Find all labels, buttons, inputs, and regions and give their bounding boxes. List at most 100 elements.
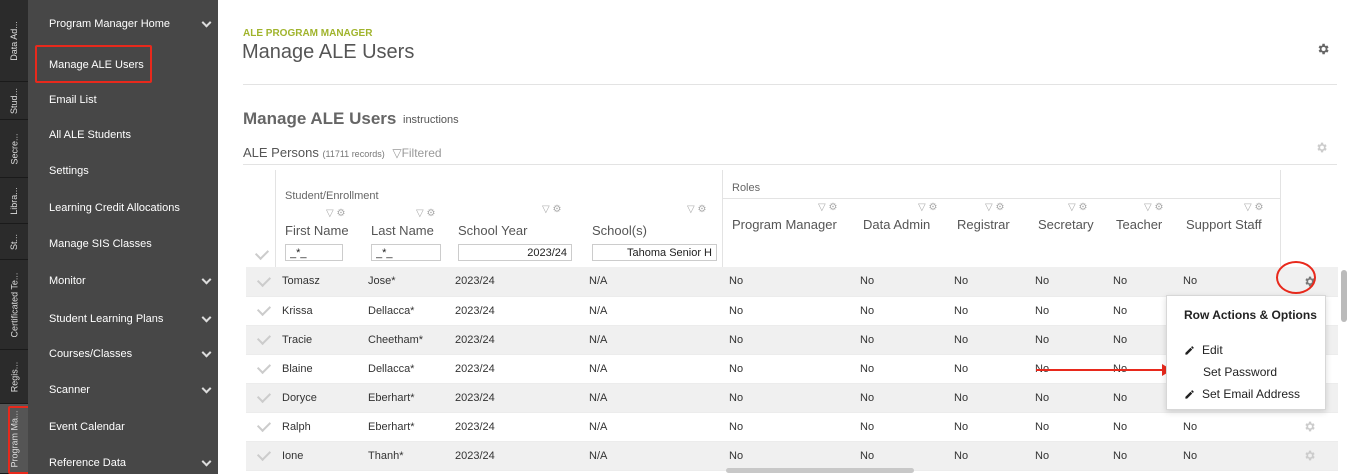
row-select-cell[interactable] [246, 412, 276, 442]
table-cell: No [723, 354, 854, 384]
row-gear-cell[interactable] [1280, 441, 1338, 471]
nav-learning-credit-allocations[interactable]: Learning Credit Allocations [28, 190, 218, 226]
table-cell: 2023/24 [449, 412, 583, 442]
table-cell: No [1107, 412, 1177, 442]
filter-icon[interactable]: ▽ ⚙ [818, 202, 837, 213]
vtab-registrar[interactable]: Regis... [0, 350, 28, 404]
col-header-program-manager[interactable]: Program Manager [732, 217, 837, 232]
nav-monitor[interactable]: Monitor [28, 263, 218, 299]
vtab-label: Libra... [8, 186, 19, 215]
nav-scanner[interactable]: Scanner [28, 372, 218, 408]
col-header-last-name[interactable]: Last Name [371, 223, 434, 238]
col-header-teacher[interactable]: Teacher [1116, 217, 1162, 232]
chevron-down-icon [201, 383, 212, 394]
col-divider [1280, 170, 1281, 267]
vtab-secretary[interactable]: Secre... [0, 120, 28, 178]
menu-item-set-email[interactable]: Set Email Address [1184, 387, 1300, 401]
row-select-cell[interactable] [246, 325, 276, 355]
instructions-link[interactable]: instructions [403, 114, 459, 126]
row-check-icon[interactable] [256, 330, 272, 346]
vtab-program-manager[interactable]: Program Ma... [0, 404, 28, 474]
first-name-filter-input[interactable] [285, 244, 343, 261]
table-cell: Eberhart* [362, 383, 449, 413]
row-gear-icon[interactable] [1303, 449, 1316, 465]
chevron-down-icon [201, 274, 212, 285]
row-select-cell[interactable] [246, 296, 276, 326]
select-all-check-icon[interactable] [254, 245, 270, 261]
nav-courses-classes[interactable]: Courses/Classes [28, 336, 218, 372]
filter-icon[interactable]: ▽ ⚙ [1068, 202, 1087, 213]
col-header-school-year[interactable]: School Year [458, 223, 527, 238]
filter-icon[interactable]: ▽ ⚙ [1244, 202, 1263, 213]
row-check-icon[interactable] [256, 272, 272, 287]
col-header-support-staff[interactable]: Support Staff [1186, 217, 1262, 232]
row-check-icon[interactable] [256, 388, 272, 404]
table-cell: No [1029, 267, 1107, 297]
table-cell: Cheetham* [362, 325, 449, 355]
table-cell: 2023/24 [449, 441, 583, 471]
row-check-icon[interactable] [256, 446, 272, 462]
school-filter-input[interactable] [592, 244, 717, 261]
last-name-filter-input[interactable] [371, 244, 441, 261]
filter-icon[interactable]: ▽ ⚙ [1144, 202, 1163, 213]
vtab-library[interactable]: Libra... [0, 178, 28, 224]
nav-manage-ale-users[interactable]: Manage ALE Users [28, 47, 218, 83]
vtab-label: Program Ma... [9, 409, 20, 468]
filter-icon[interactable]: ▽ ⚙ [687, 204, 706, 215]
vtab-student[interactable]: Stud... [0, 82, 28, 120]
row-select-cell[interactable] [246, 383, 276, 413]
row-select-cell[interactable] [246, 267, 276, 297]
nav-settings[interactable]: Settings [28, 153, 218, 189]
col-divider [275, 170, 276, 267]
table-cell: No [948, 412, 1029, 442]
col-header-schools[interactable]: School(s) [592, 223, 647, 238]
table-cell: No [854, 441, 948, 471]
row-actions-menu: Row Actions & Options Edit Set Password … [1166, 295, 1326, 410]
filter-icon[interactable]: ▽ ⚙ [985, 202, 1004, 213]
row-gear-icon[interactable] [1303, 420, 1316, 436]
horizontal-scrollbar[interactable] [726, 468, 914, 473]
row-select-cell[interactable] [246, 441, 276, 471]
nav-email-list[interactable]: Email List [28, 82, 218, 118]
table-row[interactable]: Tomasz Jose* 2023/24 N/A No No No No No No [246, 267, 1338, 297]
table-cell: No [1107, 441, 1177, 471]
table-cell: No [1177, 441, 1280, 471]
page-overline: ALE PROGRAM MANAGER [243, 28, 373, 39]
row-select-cell[interactable] [246, 354, 276, 384]
col-header-secretary[interactable]: Secretary [1038, 217, 1094, 232]
col-header-first-name[interactable]: First Name [285, 223, 349, 238]
col-header-data-admin[interactable]: Data Admin [863, 217, 930, 232]
table-row[interactable]: Ione Thanh* 2023/24 N/A No No No No No No [246, 441, 1338, 471]
table-row[interactable]: Ralph Eberhart* 2023/24 N/A No No No No No No [246, 412, 1338, 442]
nav-program-manager-home[interactable]: Program Manager Home [28, 6, 218, 42]
nav-all-ale-students[interactable]: All ALE Students [28, 117, 218, 153]
vtab-st[interactable]: St... [0, 224, 28, 260]
nav-student-learning-plans[interactable]: Student Learning Plans [28, 301, 218, 337]
filter-icon[interactable]: ▽ ⚙ [416, 208, 435, 219]
row-gear-cell[interactable] [1280, 412, 1338, 442]
page-settings-gear-icon[interactable] [1316, 42, 1330, 56]
nav-manage-sis-classes[interactable]: Manage SIS Classes [28, 226, 218, 262]
table-cell: No [854, 354, 948, 384]
filter-icon[interactable]: ▽ ⚙ [918, 202, 937, 213]
vertical-scrollbar[interactable] [1341, 270, 1347, 322]
nav-event-calendar[interactable]: Event Calendar [28, 409, 218, 445]
chevron-down-icon [201, 17, 212, 28]
school-year-filter-input[interactable] [458, 244, 572, 261]
menu-item-set-password[interactable]: Set Password [1203, 365, 1277, 379]
col-header-registrar[interactable]: Registrar [957, 217, 1010, 232]
row-check-icon[interactable] [256, 359, 272, 375]
grid-settings-gear-icon[interactable] [1315, 141, 1328, 154]
row-check-icon[interactable] [256, 301, 272, 317]
row-check-icon[interactable] [256, 417, 272, 433]
chevron-down-icon [201, 347, 212, 358]
menu-item-edit[interactable]: Edit [1184, 343, 1223, 357]
vtab-data-admin[interactable]: Data Ad... [0, 0, 28, 82]
sidebar-nav: Program Manager Home Manage ALE Users Em… [28, 0, 218, 474]
filter-icon[interactable]: ▽ ⚙ [542, 204, 561, 215]
vtab-certificated[interactable]: Certificated Te... [0, 260, 28, 350]
nav-reference-data[interactable]: Reference Data [28, 445, 218, 474]
table-cell: No [1029, 383, 1107, 413]
table-cell: N/A [583, 412, 723, 442]
filter-icon[interactable]: ▽ ⚙ [326, 208, 345, 219]
